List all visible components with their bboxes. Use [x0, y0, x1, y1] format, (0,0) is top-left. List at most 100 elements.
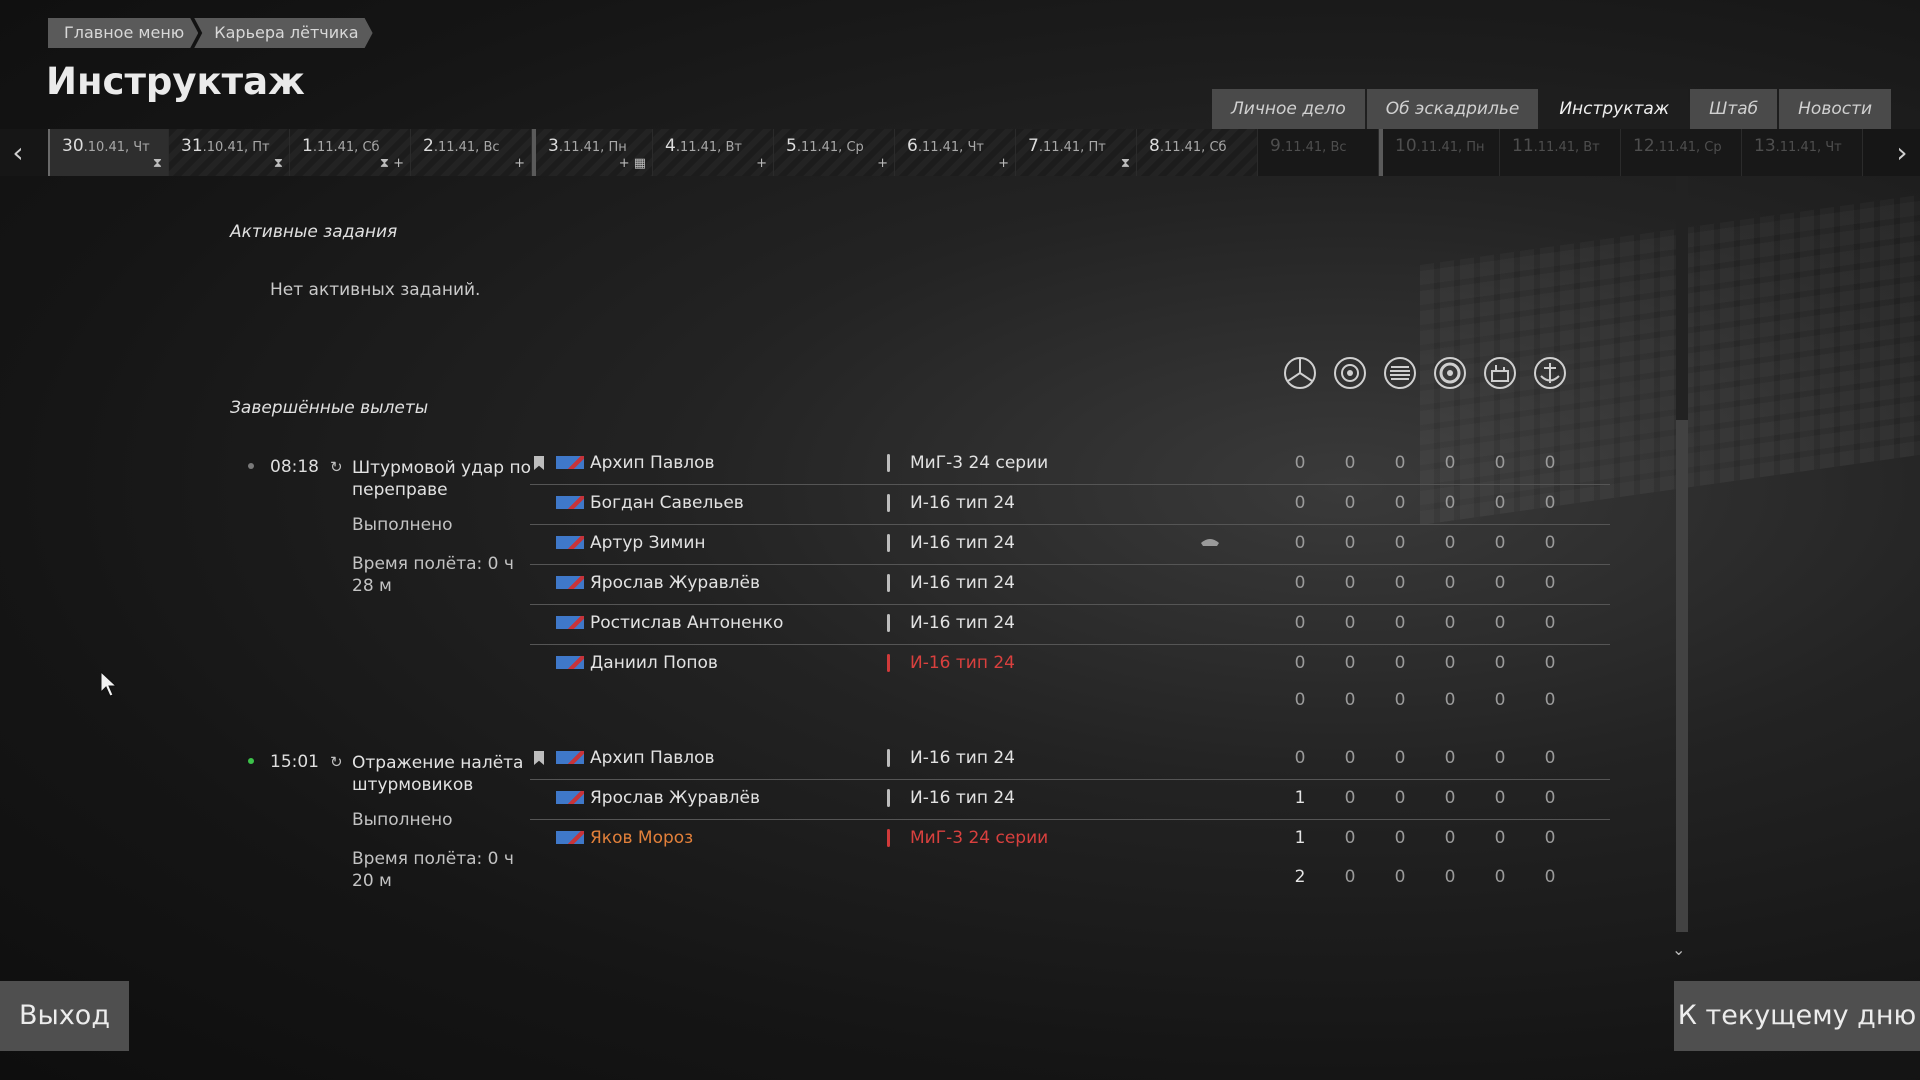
stat-value: 0 [1544, 453, 1556, 473]
plane-name: И-16 тип 24 [910, 613, 1015, 633]
exit-button[interactable]: Выход [0, 981, 129, 1051]
total-value: 0 [1544, 690, 1556, 710]
naval-kills-icon [1525, 355, 1575, 395]
stat-value: 0 [1294, 453, 1306, 473]
tab-news[interactable]: Новости [1779, 89, 1892, 129]
day-number: 3 [548, 136, 559, 156]
mission-status: Выполнено [352, 515, 453, 535]
total-value: 0 [1444, 690, 1456, 710]
pilot-status-icon [887, 749, 890, 767]
mission-item[interactable]: 08:18 ↻ Штурмовой удар по переправе Выпо… [240, 457, 540, 657]
pilot-cap-icon [1201, 539, 1219, 546]
day-cell[interactable]: 6.11.41, Чт + [895, 129, 1016, 176]
plus-icon: + [998, 156, 1009, 171]
day-cell[interactable]: 31.10.41, Пт ⧗ [169, 129, 290, 176]
scrollbar-track[interactable] [1676, 176, 1688, 420]
pilot-name: Архип Павлов [590, 453, 715, 473]
stat-value: 0 [1544, 748, 1556, 768]
table-row[interactable]: Артур Зимин И-16 тип 24 0 0 0 0 0 0 [530, 525, 1610, 565]
pilot-status-icon [887, 454, 890, 472]
day-date: .11.41, Пн [1416, 140, 1485, 155]
mission-time: 08:18 [270, 457, 319, 477]
stat-value: 0 [1544, 828, 1556, 848]
day-cell[interactable]: 10.11.41, Пн [1379, 129, 1500, 176]
day-number: 12 [1633, 136, 1655, 156]
total-value: 0 [1444, 867, 1456, 887]
stat-value: 0 [1494, 453, 1506, 473]
mission-status: Выполнено [352, 810, 453, 830]
mission-flight-time: Время полёта: 0 ч 20 м [352, 849, 514, 891]
chevron-down-icon[interactable]: ⌄ [1672, 940, 1685, 959]
stat-value: 0 [1544, 613, 1556, 633]
table-row[interactable]: Ярослав Журавлёв И-16 тип 24 1 0 0 0 0 0 [530, 780, 1610, 820]
day-cell[interactable]: 9.11.41, Вс [1258, 129, 1379, 176]
chevron-right-icon[interactable]: › [1884, 129, 1920, 176]
day-cell[interactable]: 8.11.41, Сб [1137, 129, 1258, 176]
stat-values: 0 0 0 0 0 0 [1275, 493, 1575, 513]
flag-icon [556, 831, 584, 844]
air-kills-icon [1275, 355, 1325, 395]
table-row[interactable]: Ростислав Антоненко И-16 тип 24 0 0 0 0 … [530, 605, 1610, 645]
day-cell[interactable]: 13.11.41, Чт [1742, 129, 1863, 176]
tab-about-squadron[interactable]: Об эскадрилье [1366, 89, 1539, 129]
stat-value: 0 [1294, 653, 1306, 673]
day-date: .11.41, Вс [1280, 140, 1347, 155]
day-cell[interactable]: 1.11.41, Сб ⧗ + [290, 129, 411, 176]
pilot-name: Архип Павлов [590, 748, 715, 768]
day-number: 2 [423, 136, 434, 156]
day-number: 5 [786, 136, 797, 156]
mission-status-dot [248, 758, 254, 764]
stat-values: 0 0 0 0 0 0 [1275, 653, 1575, 673]
table-row[interactable]: Даниил Попов И-16 тип 24 0 0 0 0 0 0 [530, 645, 1610, 685]
pilot-name: Даниил Попов [590, 653, 718, 673]
plane-name: И-16 тип 24 [910, 653, 1015, 673]
pilot-name: Богдан Савельев [590, 493, 744, 513]
stat-value: 0 [1494, 748, 1506, 768]
stat-value: 0 [1394, 493, 1406, 513]
stat-value: 0 [1494, 493, 1506, 513]
day-date: .11.41, Вт [675, 140, 742, 155]
completed-sorties-title: Завершённые вылеты [230, 398, 429, 418]
tab-briefing[interactable]: Инструктаж [1540, 89, 1689, 129]
breadcrumb-main-menu[interactable]: Главное меню [48, 18, 198, 48]
scrollbar-thumb[interactable] [1676, 420, 1688, 932]
mission-item[interactable]: 15:01 ↻ Отражение налёта штурмовиков Вып… [240, 752, 540, 902]
tab-headquarters[interactable]: Штаб [1690, 89, 1778, 129]
total-value: 0 [1344, 690, 1356, 710]
day-number: 1 [302, 136, 313, 156]
stat-value: 0 [1344, 493, 1356, 513]
go-to-today-button[interactable]: К текущему дню [1674, 981, 1920, 1051]
stat-value: 0 [1394, 828, 1406, 848]
day-cell[interactable]: 11.11.41, Вт [1500, 129, 1621, 176]
day-cell[interactable]: 3.11.41, Пн + ▦ [532, 129, 653, 176]
total-value: 0 [1544, 867, 1556, 887]
table-row[interactable]: Архип Павлов МиГ-3 24 серии 0 0 0 0 0 0 [530, 445, 1610, 485]
day-cell[interactable]: 12.11.41, Ср [1621, 129, 1742, 176]
day-cell[interactable]: 30.10.41, Чт ⧗ [48, 129, 169, 176]
day-cell[interactable]: 2.11.41, Вс + [411, 129, 532, 176]
breadcrumb: Главное меню Карьера лётчика [48, 18, 375, 48]
flag-icon [556, 616, 584, 629]
tab-personal-file[interactable]: Личное дело [1212, 89, 1365, 129]
mission-flight-time: Время полёта: 0 ч 28 м [352, 554, 514, 596]
day-cell[interactable]: 7.11.41, Пт ⧗ [1016, 129, 1137, 176]
stat-value: 1 [1294, 828, 1306, 848]
day-number: 30 [62, 136, 84, 156]
flag-icon [556, 456, 584, 469]
breadcrumb-pilot-career[interactable]: Карьера лётчика [194, 18, 372, 48]
mission-name: Штурмовой удар по переправе [352, 458, 531, 500]
day-number: 11 [1512, 136, 1534, 156]
chevron-left-icon[interactable]: ‹ [0, 129, 36, 176]
day-cell[interactable]: 4.11.41, Вт + [653, 129, 774, 176]
table-row[interactable]: Архип Павлов И-16 тип 24 0 0 0 0 0 0 [530, 740, 1610, 780]
stat-value: 1 [1294, 788, 1306, 808]
plane-name: МиГ-3 24 серии [910, 453, 1049, 473]
stat-value: 0 [1294, 613, 1306, 633]
flag-icon [556, 791, 584, 804]
table-row[interactable]: Ярослав Журавлёв И-16 тип 24 0 0 0 0 0 0 [530, 565, 1610, 605]
table-row[interactable]: Богдан Савельев И-16 тип 24 0 0 0 0 0 0 [530, 485, 1610, 525]
stat-value: 0 [1444, 613, 1456, 633]
table-row[interactable]: Яков Мороз МиГ-3 24 серии 1 0 0 0 0 0 [530, 820, 1610, 860]
day-cell[interactable]: 5.11.41, Ср + [774, 129, 895, 176]
total-value: 2 [1294, 867, 1306, 887]
